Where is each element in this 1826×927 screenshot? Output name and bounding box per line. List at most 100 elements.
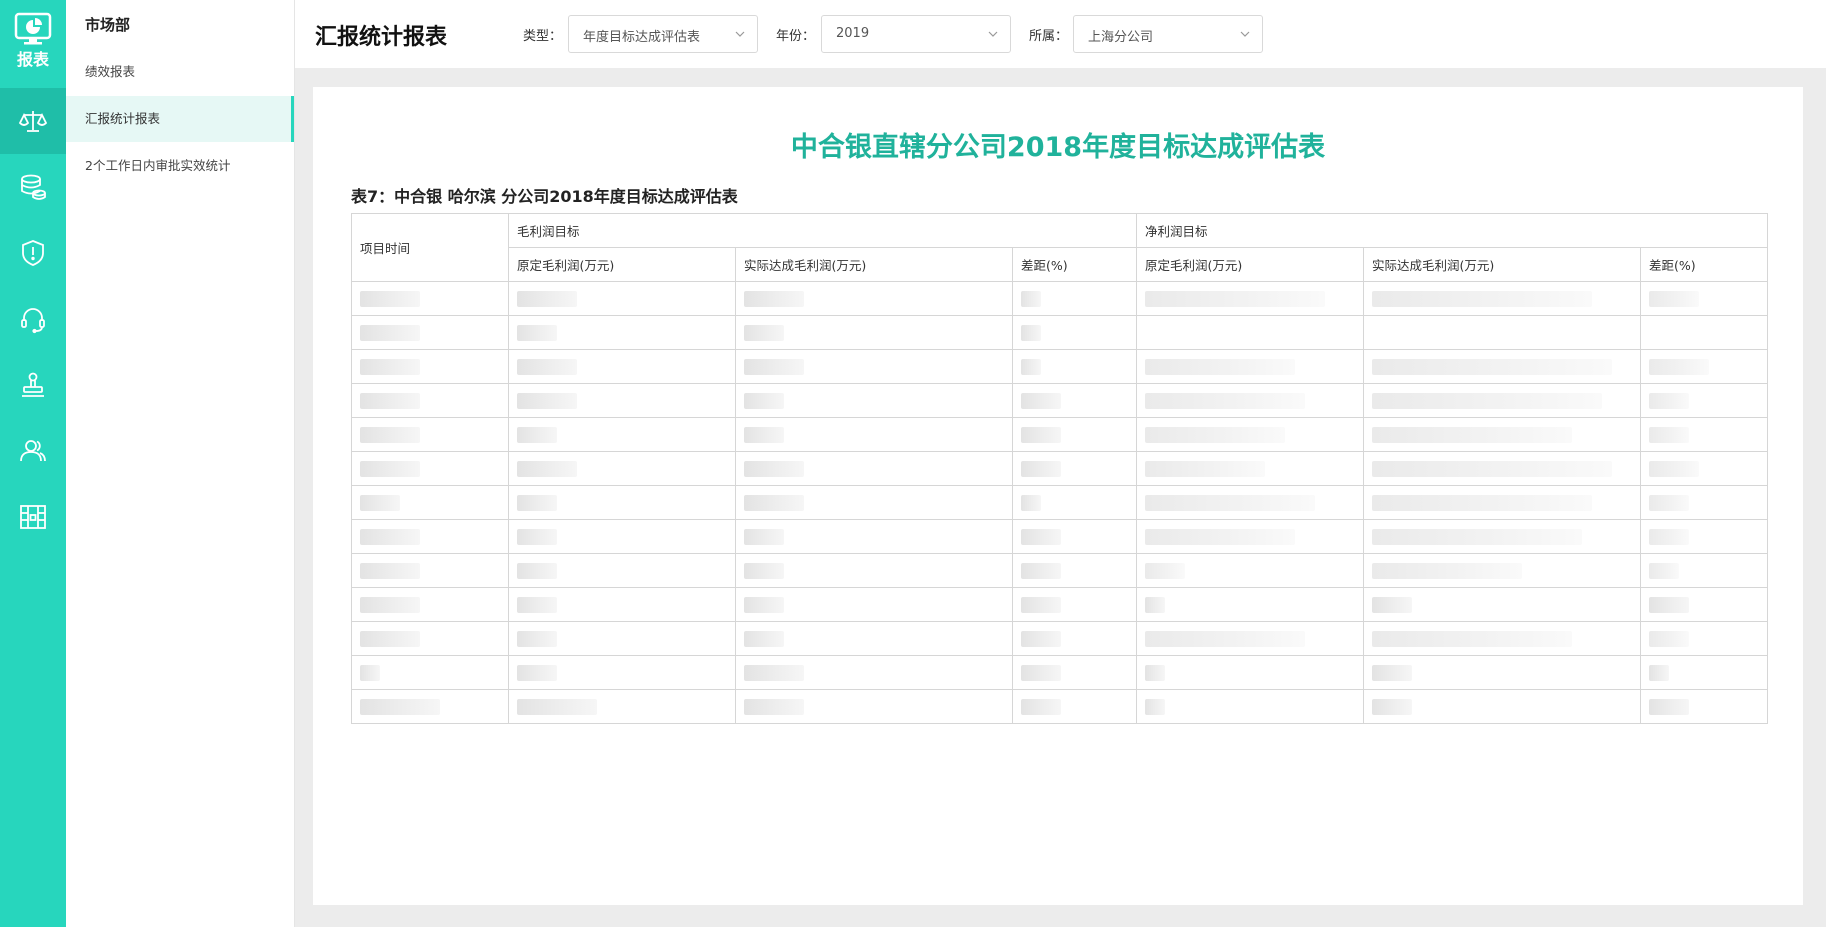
rail-item-support[interactable] <box>0 286 66 352</box>
header-net-group: 净利润目标 <box>1136 213 1769 248</box>
blurred-cell <box>508 587 736 622</box>
blurred-cell <box>1363 485 1642 520</box>
blurred-cell <box>1011 689 1138 724</box>
menu-item-approval-efficiency[interactable]: 2个工作日内审批实效统计 <box>66 143 294 189</box>
blurred-cell <box>351 281 509 316</box>
blurred-cell <box>1011 315 1138 350</box>
chevron-down-icon <box>1240 31 1250 37</box>
department-title: 市场部 <box>85 16 131 34</box>
blurred-cell <box>1640 383 1769 418</box>
blurred-cell <box>735 451 1013 486</box>
year-select[interactable]: 2019 <box>821 15 1011 53</box>
report-card: 中合银直辖分公司2018年度目标达成评估表 表7：中合银 哈尔滨 分公司2018… <box>313 87 1803 905</box>
table-row <box>351 417 1769 452</box>
blurred-cell <box>1011 655 1138 690</box>
type-filter-label: 类型： <box>523 29 563 44</box>
blurred-cell <box>351 417 509 452</box>
blurred-cell <box>1011 383 1138 418</box>
blurred-cell <box>735 519 1013 554</box>
header-gross-actual: 实际达成毛利润(万元) <box>735 247 1013 282</box>
blurred-cell <box>508 349 736 384</box>
type-select[interactable]: 年度目标达成评估表 <box>568 15 758 53</box>
blurred-cell <box>1363 315 1642 350</box>
blurred-cell <box>1136 383 1365 418</box>
table-caption: 表7：中合银 哈尔滨 分公司2018年度目标达成评估表 <box>351 187 738 206</box>
blurred-cell <box>1363 281 1642 316</box>
blurred-cell <box>1011 519 1138 554</box>
blurred-cell <box>1011 587 1138 622</box>
table-row <box>351 315 1769 350</box>
blurred-cell <box>1363 655 1642 690</box>
table-row <box>351 519 1769 554</box>
sub-menu: 市场部 绩效报表 汇报统计报表 2个工作日内审批实效统计 <box>66 0 295 927</box>
table-row <box>351 349 1769 384</box>
blurred-cell <box>735 281 1013 316</box>
rail-item-users[interactable] <box>0 418 66 484</box>
blurred-cell <box>1136 655 1365 690</box>
blurred-cell <box>1640 587 1769 622</box>
blurred-cell <box>351 349 509 384</box>
blurred-cell <box>1136 315 1365 350</box>
blurred-cell <box>351 587 509 622</box>
rail-item-coins[interactable] <box>0 154 66 220</box>
blurred-cell <box>1363 689 1642 724</box>
page-header: 汇报统计报表 类型： 年度目标达成评估表 年份： 2019 所属： 上海分公司 <box>295 0 1826 68</box>
table-body <box>351 281 1769 724</box>
monitor-chart-icon <box>14 12 52 45</box>
blurred-cell <box>1136 281 1365 316</box>
rail-item-archive[interactable] <box>0 484 66 550</box>
blurred-cell <box>508 553 736 588</box>
header-gross-planned: 原定毛利润(万元) <box>508 247 736 282</box>
blurred-cell <box>1640 655 1769 690</box>
blurred-cell <box>508 689 736 724</box>
year-filter-label: 年份： <box>776 29 816 44</box>
blurred-cell <box>1011 451 1138 486</box>
blurred-cell <box>1640 315 1769 350</box>
blurred-cell <box>1640 417 1769 452</box>
header-net-planned: 原定毛利润(万元) <box>1136 247 1365 282</box>
blurred-cell <box>1011 281 1138 316</box>
blurred-cell <box>1640 281 1769 316</box>
logo-label: 报表 <box>16 50 49 69</box>
blurred-cell <box>1363 587 1642 622</box>
blurred-cell <box>735 587 1013 622</box>
blurred-cell <box>735 315 1013 350</box>
blurred-cell <box>1363 519 1642 554</box>
header-gross-group: 毛利润目标 <box>507 213 1138 248</box>
blurred-cell <box>1136 621 1365 656</box>
headset-icon <box>21 308 45 334</box>
chevron-down-icon <box>988 31 998 37</box>
blurred-cell <box>508 281 736 316</box>
coins-icon <box>21 174 46 200</box>
branch-select-value: 上海分公司 <box>1088 30 1154 45</box>
blurred-cell <box>735 485 1013 520</box>
blurred-cell <box>351 621 509 656</box>
blurred-cell <box>351 553 509 588</box>
branch-select[interactable]: 上海分公司 <box>1073 15 1263 53</box>
branch-filter-label: 所属： <box>1029 29 1069 44</box>
header-item-time: 项目时间 <box>351 213 509 282</box>
blurred-cell <box>508 417 736 452</box>
stamp-icon <box>22 372 44 397</box>
blurred-cell <box>351 689 509 724</box>
header-net-gap: 差距(%) <box>1640 247 1769 282</box>
blurred-cell <box>1640 553 1769 588</box>
blurred-cell <box>508 519 736 554</box>
report-logo[interactable]: 报表 <box>0 0 66 82</box>
blurred-cell <box>735 553 1013 588</box>
table-row <box>351 553 1769 588</box>
rail-item-scale[interactable] <box>0 88 66 154</box>
rail-item-stamp[interactable] <box>0 352 66 418</box>
blurred-cell <box>351 519 509 554</box>
blurred-cell <box>508 315 736 350</box>
menu-item-performance-report[interactable]: 绩效报表 <box>66 49 294 95</box>
blurred-cell <box>508 383 736 418</box>
blurred-cell <box>735 655 1013 690</box>
blurred-cell <box>508 485 736 520</box>
menu-item-summary-report[interactable]: 汇报统计报表 <box>66 96 294 142</box>
table-row <box>351 621 1769 656</box>
blurred-cell <box>1640 689 1769 724</box>
page-title: 汇报统计报表 <box>315 25 448 50</box>
rail-item-shield[interactable] <box>0 220 66 286</box>
header-net-actual: 实际达成毛利润(万元) <box>1363 247 1642 282</box>
